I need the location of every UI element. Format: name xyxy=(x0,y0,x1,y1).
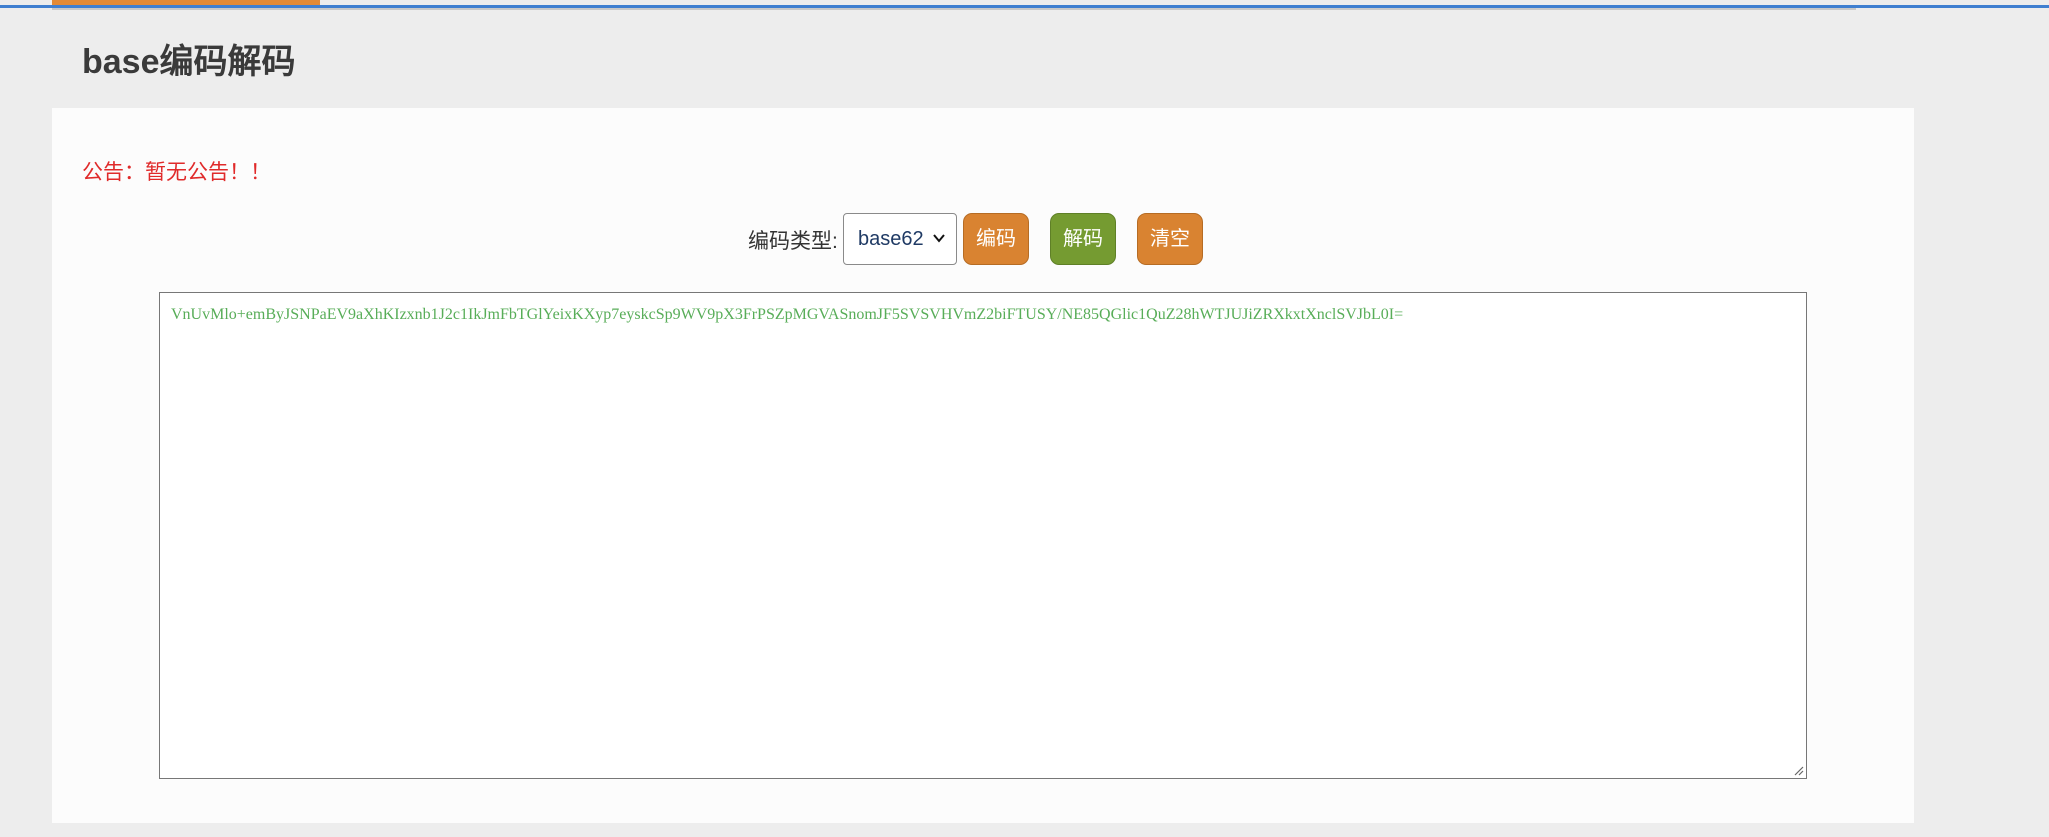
encoding-type-label: 编码类型: xyxy=(748,230,838,253)
chevron-down-icon xyxy=(933,234,945,243)
page-title: base编码解码 xyxy=(82,43,296,81)
decode-button[interactable]: 解码 xyxy=(1050,213,1116,265)
encoding-type-value: base62 xyxy=(858,228,924,250)
encode-button[interactable]: 编码 xyxy=(963,213,1029,265)
resize-grip-icon[interactable] xyxy=(1792,764,1804,776)
announcement-text: 公告：暂无公告！！ xyxy=(82,161,271,184)
encoding-type-select[interactable]: base62 xyxy=(843,213,957,265)
input-textarea[interactable]: VnUvMlo+emByJSNPaEV9aXhKIzxnb1J2c1IkJmFb… xyxy=(159,292,1807,779)
encode-toolbar: 编码类型: base62 编码 解码 清空 xyxy=(52,213,1914,265)
clear-button[interactable]: 清空 xyxy=(1137,213,1203,265)
top-divider-shadow xyxy=(52,8,1856,10)
textarea-content: VnUvMlo+emByJSNPaEV9aXhKIzxnb1J2c1IkJmFb… xyxy=(171,306,1404,323)
main-panel: 公告：暂无公告！！ 编码类型: base62 编码 解码 清空 VnUvMlo+… xyxy=(52,108,1914,823)
